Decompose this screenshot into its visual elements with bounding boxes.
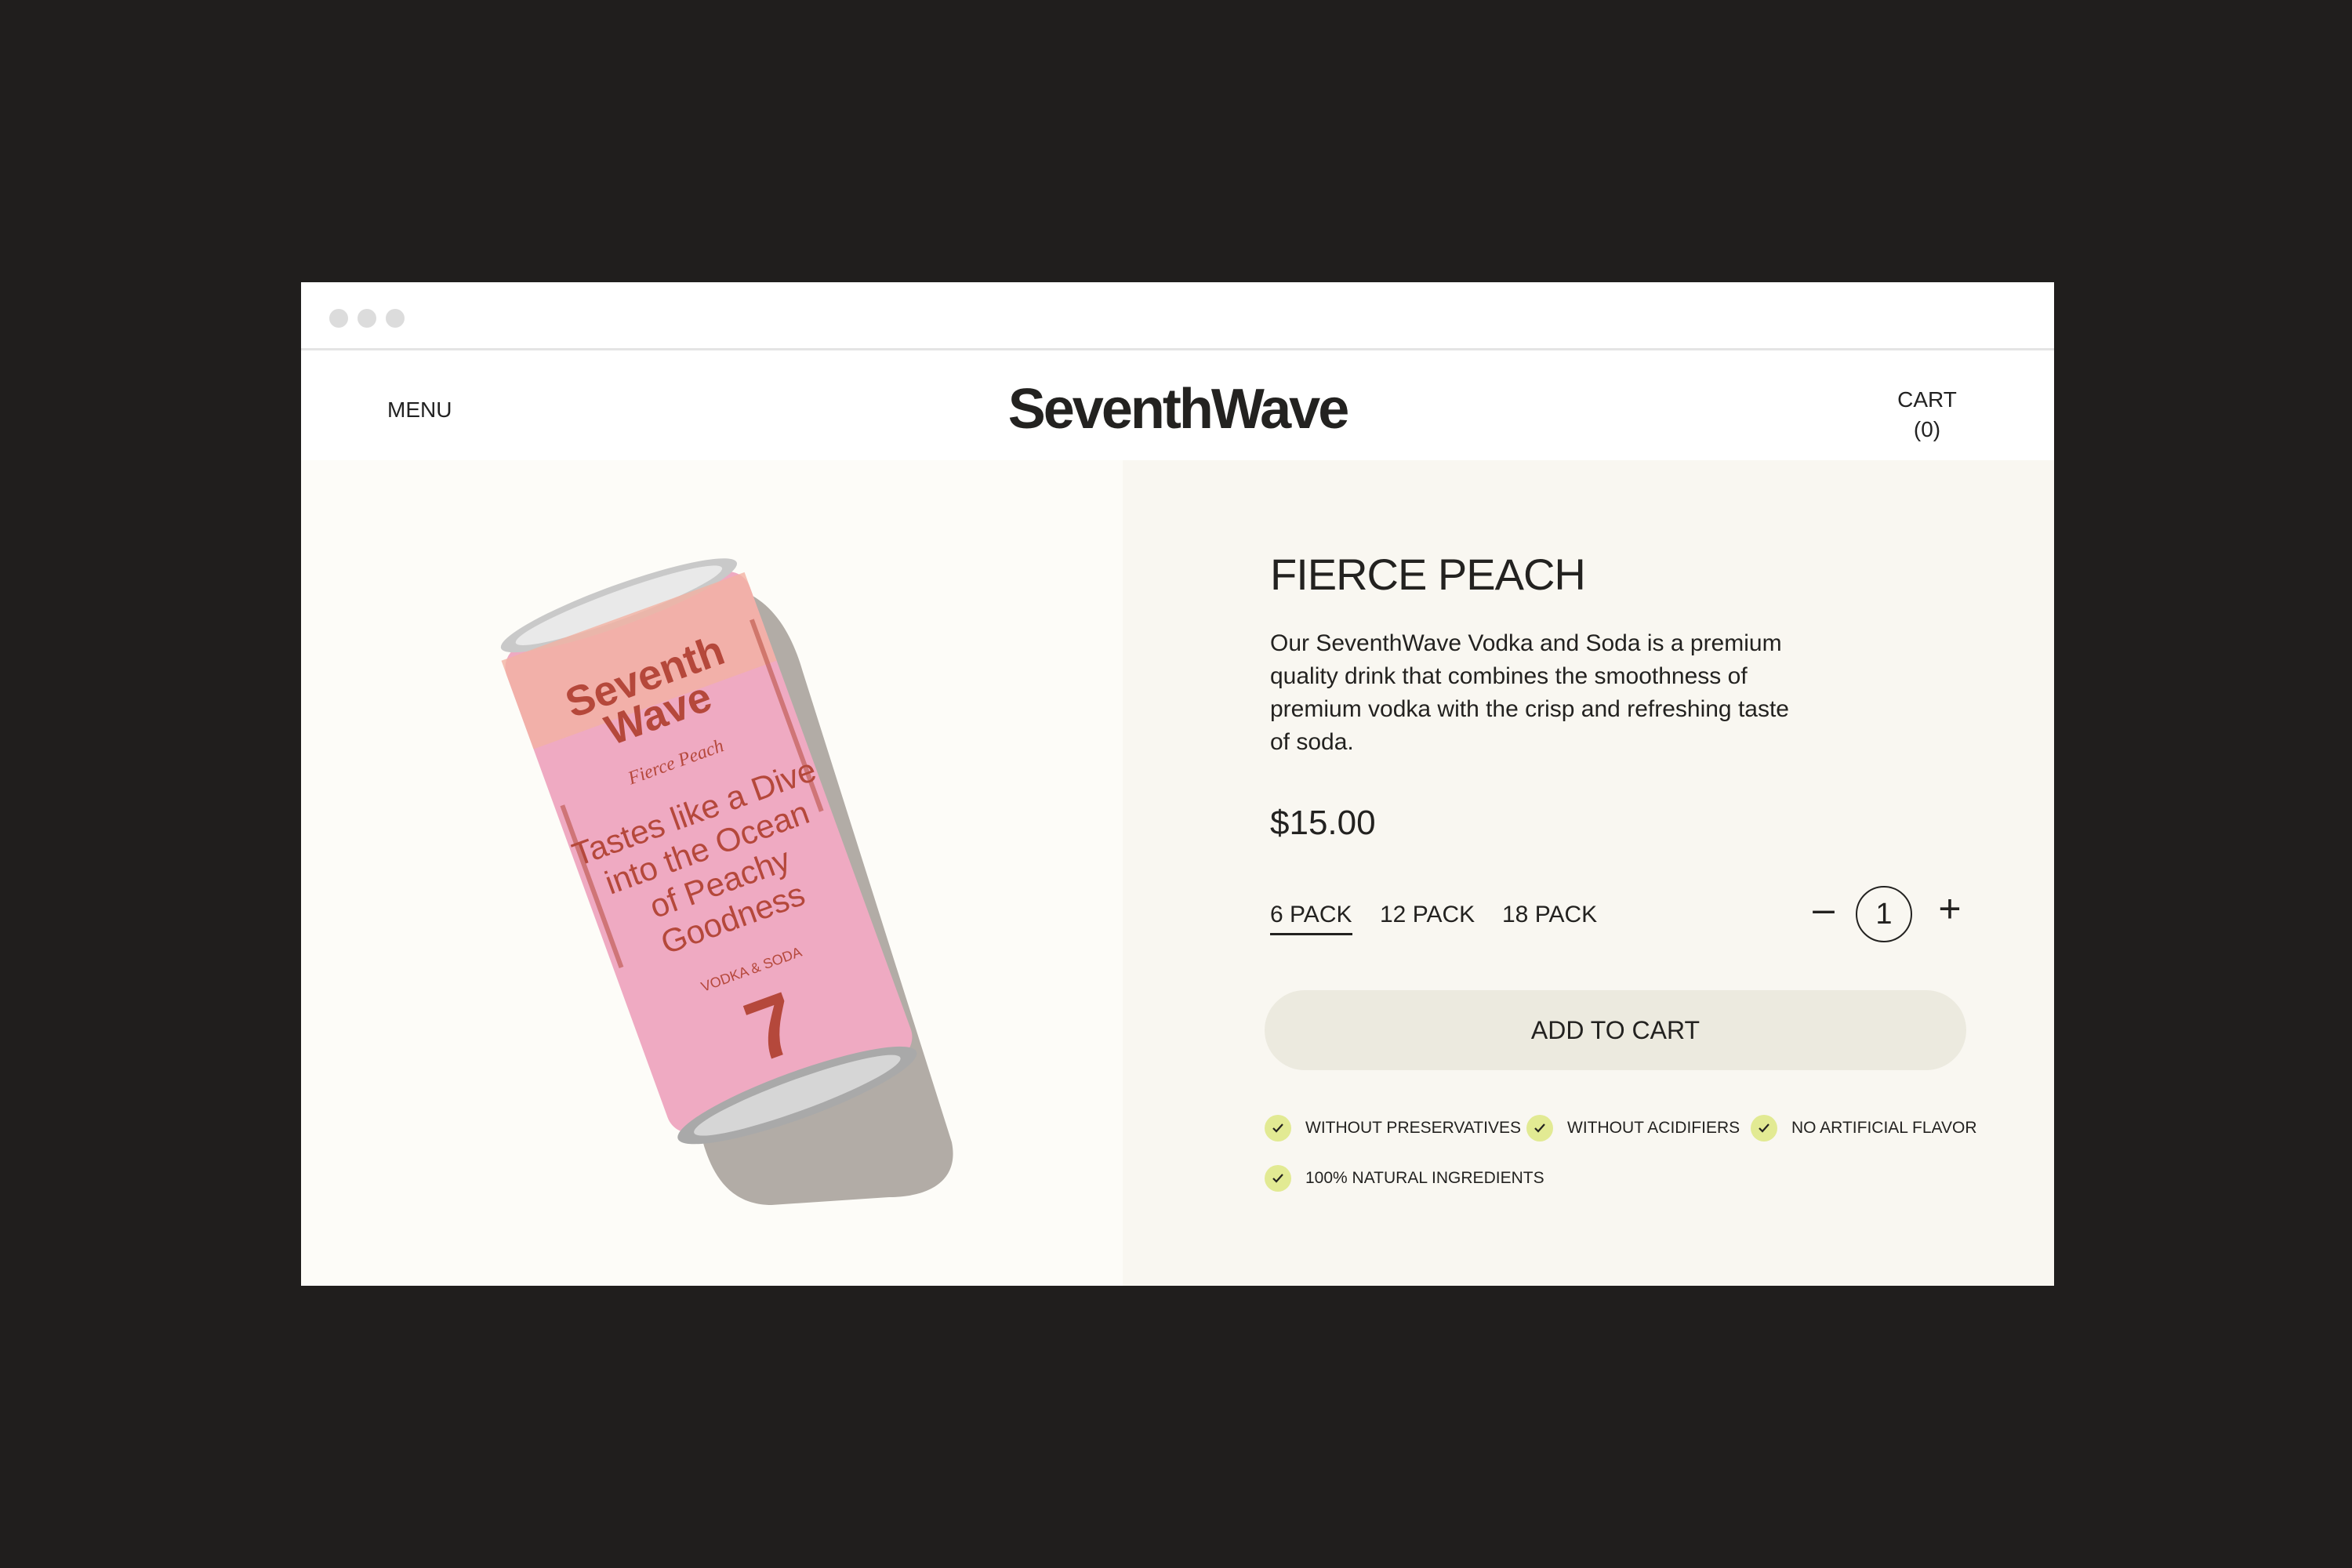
window-dot-icon[interactable] (329, 309, 348, 328)
feature-label: 100% NATURAL INGREDIENTS (1305, 1169, 1544, 1187)
product-title: FIERCE PEACH (1270, 550, 1586, 599)
product-image-pane: Seventh Wave Fierce Peach Tastes like a … (301, 460, 1123, 1286)
quantity-increase-button[interactable]: + (1930, 886, 1969, 931)
check-icon (1526, 1115, 1553, 1142)
pack-option-18[interactable]: 18 PACK (1502, 902, 1597, 928)
product-details-pane (1123, 460, 2054, 1286)
cart-label: CART (1897, 387, 1957, 412)
feature-label: NO ARTIFICIAL FLAVOR (1791, 1119, 1977, 1137)
browser-titlebar (301, 282, 2054, 350)
quantity-decrease-button[interactable]: – (1804, 886, 1843, 931)
product-price: $15.00 (1270, 804, 1376, 842)
check-icon (1265, 1165, 1291, 1192)
window-dot-icon[interactable] (358, 309, 376, 328)
check-icon (1751, 1115, 1777, 1142)
product-description: Our SeventhWave Vodka and Soda is a prem… (1270, 630, 1789, 755)
feature-item: NO ARTIFICIAL FLAVOR (1751, 1115, 1977, 1142)
check-icon (1265, 1115, 1291, 1142)
add-to-cart-button[interactable]: ADD TO CART (1265, 990, 1966, 1070)
cart-count: (0) (1913, 417, 1941, 441)
pack-option-6[interactable]: 6 PACK (1270, 902, 1352, 935)
product-can-image: Seventh Wave Fierce Peach Tastes like a … (500, 558, 953, 1205)
feature-label: WITHOUT ACIDIFIERS (1567, 1119, 1740, 1137)
quantity-value[interactable]: 1 (1856, 886, 1912, 942)
site-logo[interactable]: SeventhWave (301, 377, 2054, 441)
feature-label: WITHOUT PRESERVATIVES (1305, 1119, 1521, 1137)
browser-window: MENU SeventhWave CART (0) Seventh Wave F… (301, 282, 2054, 1286)
feature-item: WITHOUT PRESERVATIVES (1265, 1115, 1521, 1142)
feature-item: 100% NATURAL INGREDIENTS (1265, 1165, 1544, 1192)
cart-link[interactable]: CART (0) (1885, 385, 1969, 445)
feature-item: WITHOUT ACIDIFIERS (1526, 1115, 1740, 1142)
pack-option-12[interactable]: 12 PACK (1380, 902, 1475, 928)
window-dot-icon[interactable] (386, 309, 405, 328)
site-header: MENU SeventhWave CART (0) (301, 350, 2054, 460)
